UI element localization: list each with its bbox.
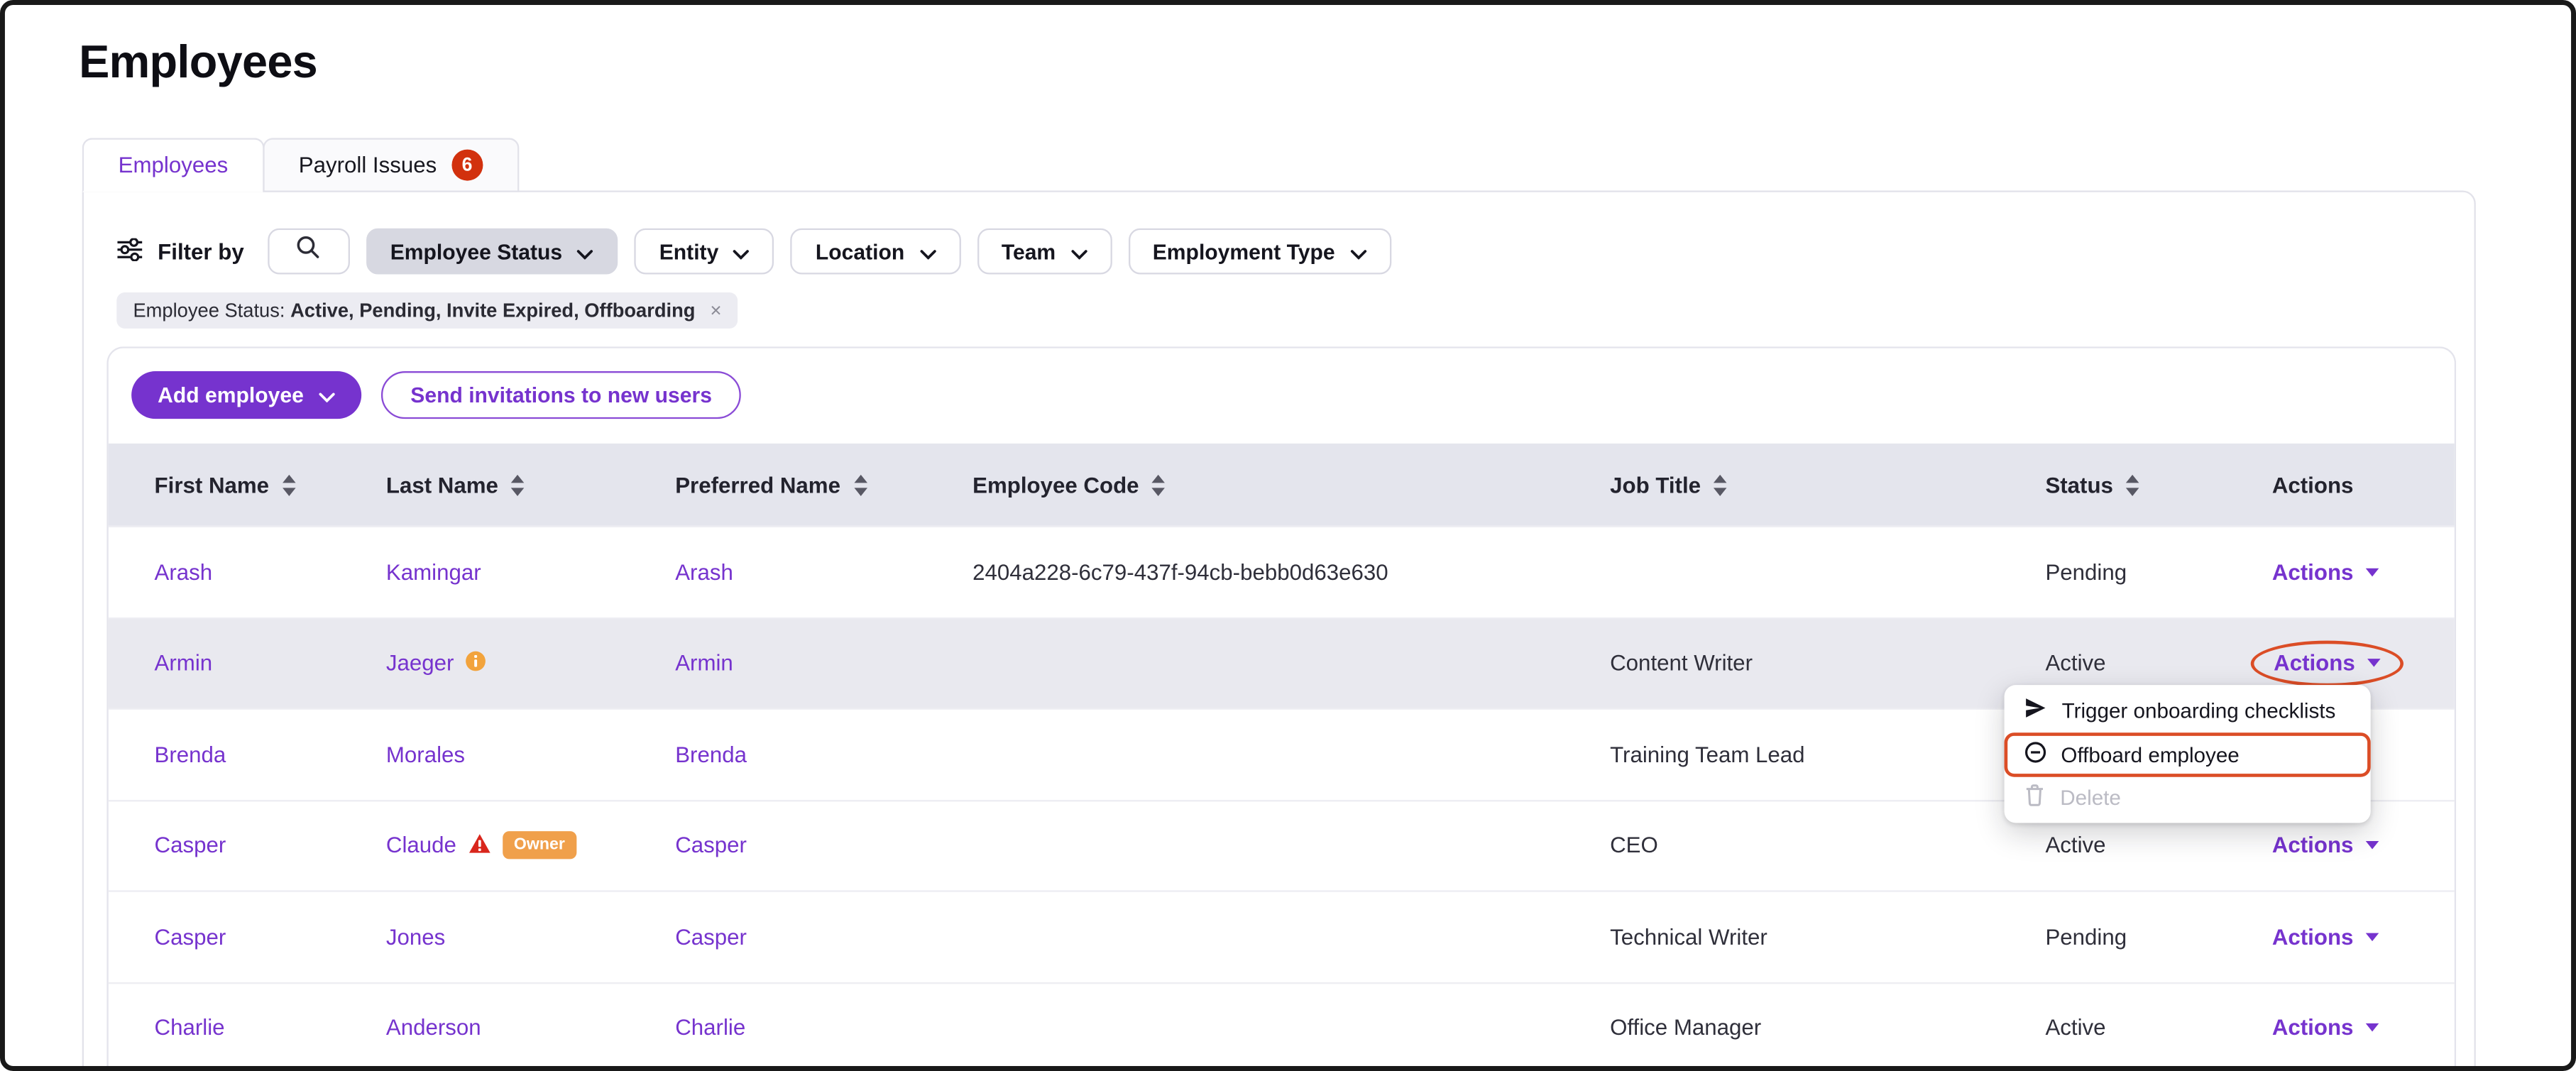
chevron-down-icon bbox=[733, 239, 750, 264]
filter-employee-status[interactable]: Employee Status bbox=[366, 229, 618, 275]
first-name-link[interactable]: Armin bbox=[155, 651, 213, 676]
row-actions-button[interactable]: Actions bbox=[2272, 924, 2378, 949]
last-name-link[interactable]: Anderson bbox=[386, 1016, 481, 1040]
caret-down-icon bbox=[2365, 1023, 2379, 1032]
preferred-name-link[interactable]: Casper bbox=[675, 833, 747, 858]
applied-filters: Employee Status: Active, Pending, Invite… bbox=[116, 292, 738, 329]
preferred-name-link[interactable]: Casper bbox=[675, 924, 747, 949]
row-actions-button-open[interactable]: Actions bbox=[2274, 650, 2379, 675]
first-name-link[interactable]: Charlie bbox=[155, 1016, 225, 1040]
warning-icon bbox=[468, 833, 490, 859]
last-name-link[interactable]: Jaeger bbox=[386, 651, 454, 676]
row-actions-button[interactable]: Actions bbox=[2272, 833, 2378, 858]
filter-icon bbox=[116, 237, 143, 265]
sort-icon[interactable] bbox=[280, 472, 297, 497]
employee-status-filter-chip: Employee Status: Active, Pending, Invite… bbox=[116, 292, 738, 329]
status-text: Pending bbox=[2045, 924, 2127, 949]
filter-bar: Filter by Employee Status Entity bbox=[116, 229, 1391, 275]
payroll-issues-count-badge: 6 bbox=[451, 150, 483, 181]
send-icon bbox=[2024, 697, 2046, 725]
caret-down-icon bbox=[2365, 933, 2379, 941]
row-actions-button[interactable]: Actions bbox=[2272, 1016, 2378, 1040]
first-name-link[interactable]: Arash bbox=[155, 560, 213, 585]
tab-payroll-issues-label: Payroll Issues bbox=[299, 153, 437, 177]
job-title: Technical Writer bbox=[1610, 924, 1767, 949]
filter-by-label: Filter by bbox=[116, 237, 243, 265]
filter-employment-type[interactable]: Employment Type bbox=[1128, 229, 1391, 275]
caret-down-icon bbox=[2365, 568, 2379, 576]
tab-employees-label: Employees bbox=[119, 153, 229, 177]
last-name-link[interactable]: Jones bbox=[386, 924, 445, 949]
menu-item-trigger-onboarding[interactable]: Trigger onboarding checklists bbox=[2005, 690, 2371, 732]
last-name-link[interactable]: Claude bbox=[386, 833, 456, 858]
tab-bar: Employees Payroll Issues 6 bbox=[82, 138, 519, 190]
trash-icon bbox=[2024, 783, 2045, 811]
table-header-row: First Name Last Name Preferred Name Empl… bbox=[109, 444, 2455, 526]
chevron-down-icon bbox=[1350, 239, 1366, 264]
info-icon bbox=[466, 650, 487, 676]
employees-page: Employees Employees Payroll Issues 6 bbox=[0, 0, 2576, 1071]
filter-location[interactable]: Location bbox=[791, 229, 960, 275]
chevron-down-icon bbox=[577, 239, 593, 264]
tab-employees[interactable]: Employees bbox=[82, 138, 264, 192]
menu-item-offboard-employee[interactable]: Offboard employee bbox=[2005, 732, 2371, 776]
col-preferred-name[interactable]: Preferred Name bbox=[675, 472, 972, 497]
caret-down-icon bbox=[2365, 842, 2379, 850]
search-icon bbox=[296, 235, 321, 268]
status-text: Active bbox=[2045, 651, 2105, 676]
menu-item-delete[interactable]: Delete bbox=[2005, 776, 2371, 818]
status-text: Pending bbox=[2045, 560, 2127, 585]
filter-team[interactable]: Team bbox=[977, 229, 1112, 275]
page-title: Employees bbox=[79, 36, 317, 89]
chevron-down-icon bbox=[1070, 239, 1087, 264]
preferred-name-link[interactable]: Arash bbox=[675, 560, 733, 585]
col-job-title[interactable]: Job Title bbox=[1610, 472, 2045, 497]
sort-icon[interactable] bbox=[510, 472, 526, 497]
table-toolbar: Add employee Send invitations to new use… bbox=[109, 348, 2455, 444]
annotation-ellipse: Actions bbox=[2251, 640, 2403, 686]
status-text: Active bbox=[2045, 1016, 2105, 1040]
col-employee-code[interactable]: Employee Code bbox=[972, 472, 1610, 497]
caret-down-icon bbox=[2367, 658, 2380, 666]
job-title: CEO bbox=[1610, 833, 1658, 858]
tab-payroll-issues[interactable]: Payroll Issues 6 bbox=[263, 138, 519, 192]
owner-badge: Owner bbox=[503, 832, 576, 859]
chevron-down-icon bbox=[919, 239, 936, 264]
first-name-link[interactable]: Brenda bbox=[155, 742, 226, 767]
last-name-link[interactable]: Kamingar bbox=[386, 560, 481, 585]
col-first-name[interactable]: First Name bbox=[109, 472, 386, 497]
actions-dropdown-menu: Trigger onboarding checklists Offboard e… bbox=[2005, 685, 2371, 823]
col-actions: Actions bbox=[2272, 472, 2455, 497]
table-row: Charlie Anderson Charlie Office Manager … bbox=[109, 982, 2455, 1071]
add-employee-button[interactable]: Add employee bbox=[131, 371, 361, 419]
send-invitations-button[interactable]: Send invitations to new users bbox=[381, 371, 742, 419]
last-name-link[interactable]: Morales bbox=[386, 742, 465, 767]
first-name-link[interactable]: Casper bbox=[155, 833, 226, 858]
employees-panel: Filter by Employee Status Entity bbox=[82, 190, 2476, 1071]
preferred-name-link[interactable]: Charlie bbox=[675, 1016, 745, 1040]
preferred-name-link[interactable]: Brenda bbox=[675, 742, 747, 767]
sort-icon[interactable] bbox=[852, 472, 868, 497]
table-row: Arash Kamingar Arash 2404a228-6c79-437f-… bbox=[109, 526, 2455, 617]
table-row: Casper Jones Casper Technical Writer Pen… bbox=[109, 890, 2455, 981]
col-status[interactable]: Status bbox=[2045, 472, 2271, 497]
row-actions-button[interactable]: Actions bbox=[2272, 560, 2378, 585]
filter-entity[interactable]: Entity bbox=[635, 229, 774, 275]
status-text: Active bbox=[2045, 833, 2105, 858]
remove-filter-icon[interactable]: × bbox=[710, 301, 721, 321]
job-title: Content Writer bbox=[1610, 651, 1753, 676]
employee-code: 2404a228-6c79-437f-94cb-bebb0d63e630 bbox=[972, 560, 1388, 585]
minus-circle-icon bbox=[2023, 740, 2046, 768]
sort-icon[interactable] bbox=[1712, 472, 1728, 497]
sort-icon[interactable] bbox=[2125, 472, 2141, 497]
sort-icon[interactable] bbox=[1151, 472, 1167, 497]
first-name-link[interactable]: Casper bbox=[155, 924, 226, 949]
job-title: Office Manager bbox=[1610, 1016, 1761, 1040]
preferred-name-link[interactable]: Armin bbox=[675, 651, 733, 676]
col-last-name[interactable]: Last Name bbox=[386, 472, 675, 497]
search-button[interactable] bbox=[267, 229, 349, 275]
chevron-down-icon bbox=[319, 383, 335, 407]
job-title: Training Team Lead bbox=[1610, 742, 1804, 767]
